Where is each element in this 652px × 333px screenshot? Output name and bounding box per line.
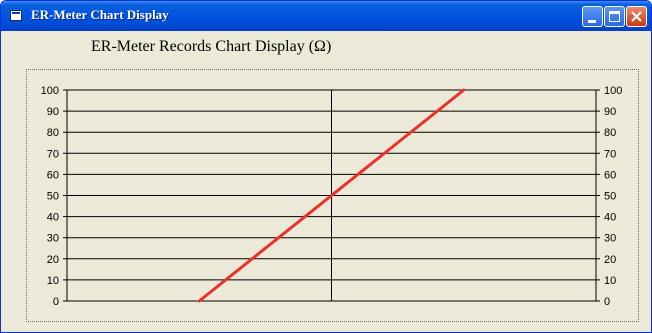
- y-tick-label-left: 0: [53, 296, 59, 308]
- y-tick-label-right: 10: [604, 275, 616, 287]
- y-tick-label-left: 10: [47, 275, 59, 287]
- y-tick-label-right: 0: [604, 296, 610, 308]
- y-tick-label-left: 100: [41, 85, 59, 97]
- er-meter-window: ER-Meter Chart Display ER-Meter Records …: [0, 0, 652, 333]
- y-tick-label-left: 90: [47, 106, 59, 118]
- y-tick-label-right: 30: [604, 233, 616, 245]
- y-tick-label-right: 90: [604, 106, 616, 118]
- y-tick-label-left: 80: [47, 127, 59, 139]
- y-tick-label-right: 60: [604, 169, 616, 181]
- y-tick-label-left: 50: [47, 191, 59, 203]
- y-tick-label-left: 70: [47, 148, 59, 160]
- y-tick-label-left: 20: [47, 254, 59, 266]
- y-tick-label-right: 50: [604, 191, 616, 203]
- y-tick-label-left: 30: [47, 233, 59, 245]
- y-tick-label-right: 80: [604, 127, 616, 139]
- y-tick-label-left: 40: [47, 212, 59, 224]
- line-chart: 0 0 10 10 20 20 30 30 40 40 50 50 60 60 70 70 80 80 90 90 10…: [41, 85, 623, 308]
- y-tick-label-right: 70: [604, 148, 616, 160]
- y-tick-label-left: 60: [47, 169, 59, 181]
- y-tick-label-right: 40: [604, 212, 616, 224]
- y-tick-label-right: 100: [604, 85, 622, 97]
- y-tick-label-right: 20: [604, 254, 616, 266]
